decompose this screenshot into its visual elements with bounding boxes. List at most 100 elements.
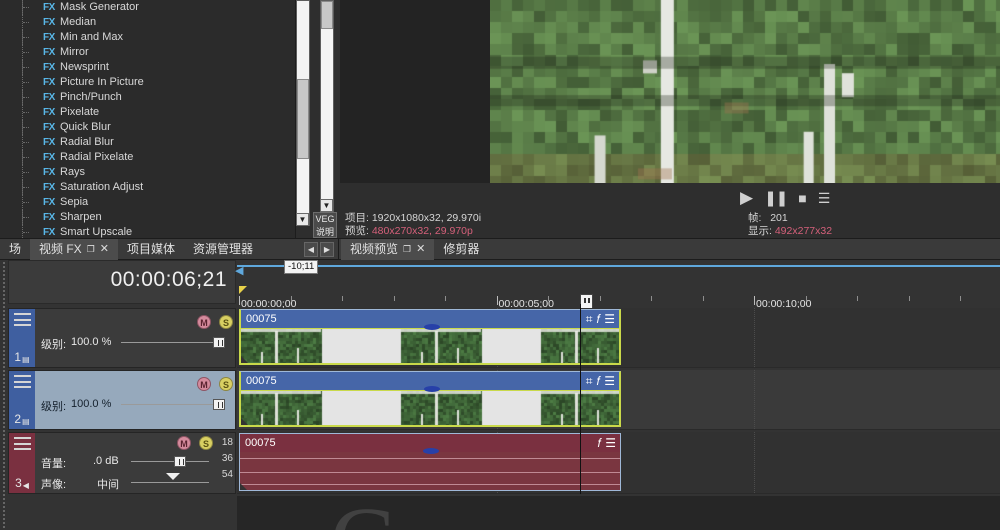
timeline-ruler[interactable]: ◀ -10;11 00:00:00;00 00:00:05;00 00:00:10;… — [237, 260, 1000, 312]
track-volume-knob[interactable] — [174, 456, 186, 467]
track-pan-knob[interactable] — [166, 473, 180, 480]
clip-icon-group[interactable]: ⌗ 𝑓 ☰ — [586, 374, 619, 389]
track-menu-icon[interactable] — [14, 313, 31, 326]
fx-scroll-down-arrow[interactable]: ▼ — [296, 213, 309, 226]
pause-button[interactable]: ❚❚ — [764, 189, 787, 207]
clip-corner-handle[interactable] — [240, 483, 247, 490]
clip-corner-handle[interactable] — [241, 418, 248, 425]
track-lane-1[interactable]: 00075 ⌗ 𝑓 ☰ — [237, 308, 1000, 368]
selection-left-handle[interactable]: ◀ — [235, 266, 243, 276]
clip-fade-handle[interactable] — [423, 448, 439, 454]
fx-list-item[interactable]: FX Mirror — [0, 45, 295, 60]
track-level-knob[interactable] — [213, 337, 225, 348]
fx-list-scrollbar[interactable] — [296, 0, 310, 226]
timeline-clip[interactable]: 00075 𝑓 ☰ — [239, 433, 621, 491]
tab-left_group-1[interactable]: 视频 FX ❐ ✕ — [30, 239, 118, 260]
tab-next-button[interactable]: ▶ — [320, 242, 334, 257]
timeline-clip[interactable]: 00075 ⌗ 𝑓 ☰ — [239, 371, 621, 427]
track-lane-3[interactable]: 00075 𝑓 ☰ — [237, 432, 1000, 494]
track-mute-button[interactable]: M — [177, 436, 191, 450]
track-controls[interactable]: M S 音量: .0 dB 声像: 中间 18 36 54 — [35, 433, 235, 493]
fx-list-item[interactable]: FX Min and Max — [0, 30, 295, 45]
track-level-slider[interactable] — [121, 342, 219, 343]
fx-list-item[interactable]: FX Newsprint — [0, 60, 295, 75]
timeline-panel[interactable]: 00:00:06;21 1 ▤ M S 级别: 100.0 % 2 ▤ M S 级别: 100.0 %… — [0, 260, 1000, 530]
track-pan-slider[interactable] — [131, 482, 209, 483]
track-header-3[interactable]: 3 ◀ M S 音量: .0 dB 声像: 中间 18 36 54 — [8, 432, 236, 494]
fx-list-item[interactable]: FX Median — [0, 15, 295, 30]
track-solo-button[interactable]: S — [219, 315, 233, 329]
track-level-knob[interactable] — [213, 399, 225, 410]
fx-list-scrollbar-thumb[interactable] — [297, 79, 309, 159]
fx-list[interactable]: FX Mask Generator FX Median FX Min and Max FX M… — [0, 0, 295, 238]
fx-list-item[interactable]: FX Picture In Picture — [0, 75, 295, 90]
tab-left_group-3[interactable]: 资源管理器 — [184, 239, 262, 260]
fx-list-item[interactable]: FX Smart Upscale — [0, 225, 295, 238]
timecode-display[interactable]: 00:00:06;21 — [8, 260, 236, 304]
right-tab-group[interactable]: 视频预览 ❐ ✕ 修剪器 — [341, 239, 488, 260]
selection-range-bar[interactable]: ◀ — [237, 265, 1000, 267]
fx-list-item[interactable]: FX Saturation Adjust — [0, 180, 295, 195]
crop-icon[interactable]: ⌗ — [586, 312, 593, 327]
track-lane-2[interactable]: 00075 ⌗ 𝑓 ☰ — [237, 370, 1000, 430]
track-menu-icon[interactable] — [14, 437, 31, 450]
tab-nav-buttons[interactable]: ◀ ▶ — [303, 239, 335, 260]
panel-scrollbar-thumb[interactable] — [321, 1, 333, 29]
track-mute-button[interactable]: M — [197, 377, 211, 391]
track-number-column[interactable]: 3 ◀ — [9, 433, 35, 493]
crop-icon[interactable]: ⌗ — [586, 374, 593, 389]
clip-menu-icon[interactable]: ☰ — [605, 436, 616, 450]
track-solo-button[interactable]: S — [219, 377, 233, 391]
video-fx-panel[interactable]: FX Mask Generator FX Median FX Min and Max FX M… — [0, 0, 296, 238]
preview-menu-button[interactable]: ☰ — [818, 190, 831, 207]
track-mute-button[interactable]: M — [197, 315, 211, 329]
clip-fade-handle[interactable] — [424, 386, 440, 392]
track-number-column[interactable]: 2 ▤ — [9, 371, 35, 429]
fx-list-item[interactable]: FX Sharpen — [0, 210, 295, 225]
track-menu-icon[interactable] — [14, 375, 31, 388]
tab-close-icon[interactable]: ✕ — [416, 239, 425, 260]
panel-tab-bar[interactable]: 场视频 FX ❐ ✕ 项目媒体 资源管理器 ◀ ▶ 视频预览 ❐ ✕ 修剪器 — [0, 238, 1000, 260]
clip-menu-icon[interactable]: ☰ — [604, 312, 615, 326]
track-number-column[interactable]: 1 ▤ — [9, 309, 35, 367]
tab-right_group-0[interactable]: 视频预览 ❐ ✕ — [341, 239, 434, 260]
fx-list-item[interactable]: FX Quick Blur — [0, 120, 295, 135]
veg-help-button[interactable]: VEG 说明 — [313, 212, 337, 238]
tab-prev-button[interactable]: ◀ — [304, 242, 318, 257]
timeline-clip[interactable]: 00075 ⌗ 𝑓 ☰ — [239, 309, 621, 365]
track-controls[interactable]: M S 级别: 100.0 % — [35, 309, 235, 367]
panel-scroll-down-arrow[interactable]: ▼ — [320, 199, 333, 212]
fx-list-item[interactable]: FX Pinch/Punch — [0, 90, 295, 105]
track-header-2[interactable]: 2 ▤ M S 级别: 100.0 % — [8, 370, 236, 430]
track-header-1[interactable]: 1 ▤ M S 级别: 100.0 % — [8, 308, 236, 368]
clip-icon-group[interactable]: 𝑓 ☰ — [598, 436, 621, 451]
fx-list-item[interactable]: FX Radial Pixelate — [0, 150, 295, 165]
tab-restore-icon[interactable]: ❐ — [403, 239, 411, 260]
fx-list-item[interactable]: FX Pixelate — [0, 105, 295, 120]
left-tab-group[interactable]: 场 视频 FX ❐ ✕ 项目媒体 资源管理器 — [0, 239, 262, 260]
fx-list-item[interactable]: FX Sepia — [0, 195, 295, 210]
fx-icon[interactable]: 𝑓 — [598, 436, 602, 451]
track-volume-slider[interactable] — [131, 461, 209, 462]
fx-list-item[interactable]: FX Mask Generator — [0, 0, 295, 15]
play-button[interactable]: ▶ — [740, 188, 753, 208]
tab-restore-icon[interactable]: ❐ — [87, 239, 95, 260]
fx-list-item[interactable]: FX Radial Blur — [0, 135, 295, 150]
transport-controls[interactable]: ▶ ❚❚ ■ ☰ — [740, 187, 850, 209]
track-controls[interactable]: M S 级别: 100.0 % — [35, 371, 235, 429]
tab-left_group-2[interactable]: 项目媒体 — [118, 239, 184, 260]
clip-corner-handle[interactable] — [241, 356, 248, 363]
tab-close-icon[interactable]: ✕ — [100, 239, 109, 260]
stop-button[interactable]: ■ — [798, 190, 806, 206]
tab-left_group-0[interactable]: 场 — [0, 239, 30, 260]
fx-icon[interactable]: 𝑓 — [597, 374, 601, 389]
clip-icon-group[interactable]: ⌗ 𝑓 ☰ — [586, 312, 619, 327]
tab-right_group-1[interactable]: 修剪器 — [434, 239, 488, 260]
panel-scrollbar[interactable] — [320, 0, 334, 212]
fx-icon[interactable]: 𝑓 — [597, 312, 601, 327]
fx-list-item[interactable]: FX Rays — [0, 165, 295, 180]
track-level-slider[interactable] — [121, 404, 219, 405]
marker-flag-icon[interactable] — [239, 286, 247, 294]
clip-fade-handle[interactable] — [424, 324, 440, 330]
clip-menu-icon[interactable]: ☰ — [604, 374, 615, 388]
